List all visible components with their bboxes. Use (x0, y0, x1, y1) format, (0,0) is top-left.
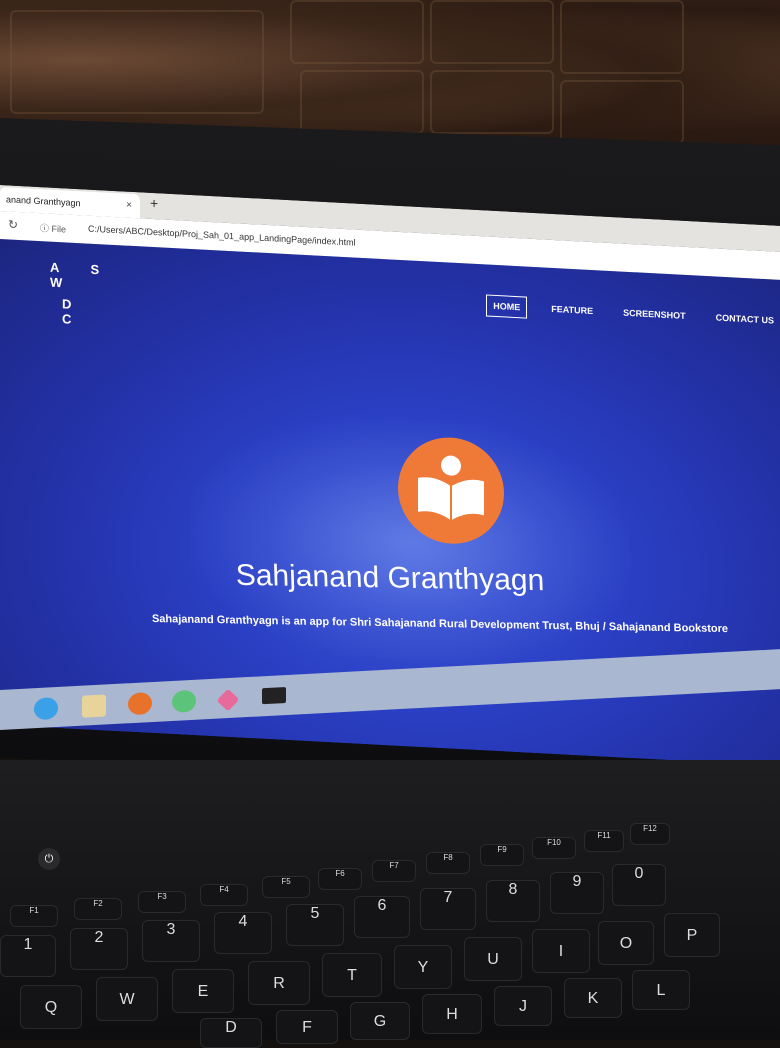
key-w[interactable]: W (96, 977, 158, 1021)
key-q[interactable]: Q (20, 985, 82, 1029)
key-p[interactable]: P (664, 913, 720, 957)
key-5[interactable]: 5 (286, 904, 344, 946)
site-info[interactable]: ⓘ File (40, 221, 66, 235)
key-9[interactable]: 9 (550, 872, 604, 914)
fabric-panel (300, 70, 424, 134)
key-k[interactable]: K (564, 978, 622, 1018)
key-2[interactable]: 2 (70, 928, 128, 970)
book-background-image (190, 408, 630, 673)
firefox-icon[interactable] (128, 692, 152, 716)
key-j[interactable]: J (494, 986, 552, 1026)
key-f10[interactable]: F10 (532, 837, 576, 859)
page-title: Sahjanand Granthyagn (235, 558, 545, 598)
key-6[interactable]: 6 (354, 896, 410, 938)
nav-screenshot[interactable]: SCREENSHOT (617, 302, 692, 326)
site-logo[interactable]: A S W D C (50, 260, 120, 330)
key-u[interactable]: U (464, 937, 522, 981)
key-f11[interactable]: F11 (584, 830, 624, 852)
logo-row-2: D C (62, 296, 86, 328)
key-h[interactable]: H (422, 994, 482, 1034)
close-icon[interactable]: × (126, 194, 132, 218)
key-f12[interactable]: F12 (630, 823, 670, 845)
key-d[interactable]: D (200, 1018, 262, 1048)
key-1[interactable]: 1 (0, 935, 56, 977)
app-diamond-icon[interactable] (216, 688, 240, 712)
power-button-icon[interactable]: ⏻ (38, 848, 60, 870)
key-f8[interactable]: F8 (426, 852, 470, 874)
nav-contact[interactable]: CONTACT US (710, 307, 780, 331)
key-3[interactable]: 3 (142, 920, 200, 962)
key-f7[interactable]: F7 (372, 860, 416, 882)
key-f5[interactable]: F5 (262, 876, 310, 898)
file-explorer-icon[interactable] (82, 694, 106, 718)
fabric-panel (560, 80, 684, 144)
key-8[interactable]: 8 (486, 880, 540, 922)
key-o[interactable]: O (598, 921, 654, 965)
key-i[interactable]: I (532, 929, 590, 973)
terminal-icon[interactable] (262, 687, 286, 705)
key-t[interactable]: T (322, 953, 382, 997)
key-4[interactable]: 4 (214, 912, 272, 954)
main-nav: HOME FEATURE SCREENSHOT CONTACT US (486, 294, 780, 331)
fabric-panel (430, 70, 554, 134)
key-f1[interactable]: F1 (10, 905, 58, 927)
chrome-icon[interactable] (172, 689, 196, 713)
key-7[interactable]: 7 (420, 888, 476, 930)
internet-explorer-icon[interactable] (34, 696, 58, 721)
fabric-panel (10, 10, 264, 114)
nav-home[interactable]: HOME (486, 294, 528, 319)
key-r[interactable]: R (248, 961, 310, 1005)
key-f4[interactable]: F4 (200, 884, 248, 906)
logo-row-1: A S W (50, 259, 114, 291)
new-tab-button[interactable]: + (150, 195, 158, 211)
tab-title: anand Granthyagn (6, 194, 81, 209)
key-f[interactable]: F (276, 1010, 338, 1044)
key-g[interactable]: G (350, 1002, 410, 1040)
reload-icon[interactable]: ↻ (8, 217, 18, 232)
key-f3[interactable]: F3 (138, 891, 186, 913)
key-e[interactable]: E (172, 969, 234, 1013)
key-f9[interactable]: F9 (480, 844, 524, 866)
reader-head (441, 455, 461, 477)
open-book-icon (418, 477, 484, 520)
key-f2[interactable]: F2 (74, 898, 122, 920)
key-f6[interactable]: F6 (318, 868, 362, 890)
nav-feature[interactable]: FEATURE (545, 299, 599, 322)
key-0[interactable]: 0 (612, 864, 666, 906)
key-y[interactable]: Y (394, 945, 452, 989)
url-text[interactable]: C:/Users/ABC/Desktop/Proj_Sah_01_app_Lan… (88, 224, 356, 248)
key-l[interactable]: L (632, 970, 690, 1010)
fabric-panel (560, 0, 684, 74)
fabric-panel (430, 0, 554, 64)
fabric-panel (290, 0, 424, 64)
